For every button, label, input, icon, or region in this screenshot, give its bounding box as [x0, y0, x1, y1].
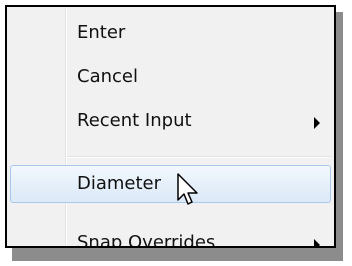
menu-item-label: Diameter	[77, 173, 162, 194]
menu-item-cancel[interactable]: Cancel	[10, 58, 331, 96]
menu-item-label: Snap Overrides	[77, 232, 216, 248]
submenu-arrow-icon	[314, 239, 320, 246]
menu-separator	[67, 156, 331, 158]
menu-item-diameter[interactable]: Diameter	[10, 165, 331, 203]
submenu-arrow-icon	[314, 117, 320, 129]
mouse-pointer-icon	[177, 173, 198, 205]
menu-item-enter[interactable]: Enter	[10, 14, 331, 52]
menu-item-recent-input[interactable]: Recent Input	[10, 102, 331, 140]
menu-item-label: Enter	[77, 22, 126, 43]
menu-item-label: Cancel	[77, 66, 138, 87]
menu-item-snap-overrides[interactable]: Snap Overrides	[10, 224, 331, 248]
menu-item-label: Recent Input	[77, 110, 192, 131]
context-menu: Enter Cancel Recent Input Diameter Snap …	[5, 5, 336, 248]
